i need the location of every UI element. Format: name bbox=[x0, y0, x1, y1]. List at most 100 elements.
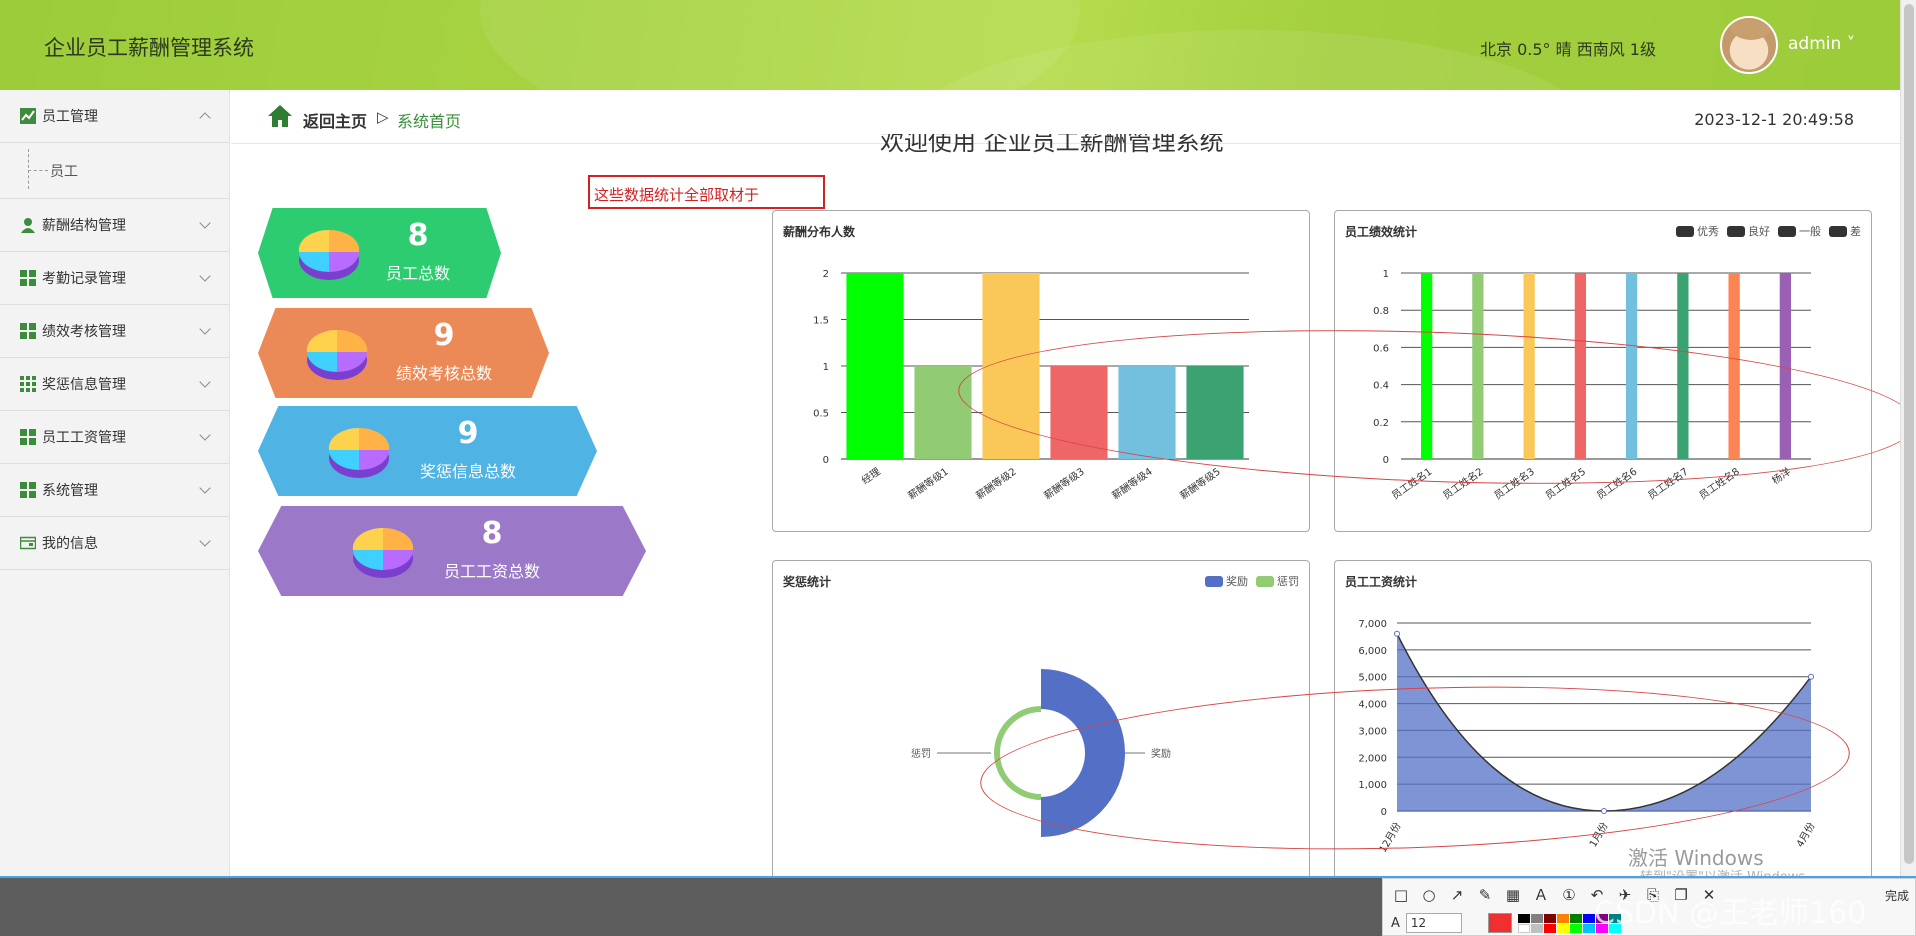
rect-tool-icon[interactable]: □ bbox=[1391, 885, 1411, 905]
sidebar-item-label: 考勤记录管理 bbox=[42, 271, 126, 287]
scrollbar-thumb[interactable] bbox=[1904, 4, 1914, 864]
grid9-icon bbox=[20, 376, 36, 392]
breadcrumb-current: 系统首页 bbox=[397, 112, 462, 131]
color-swatch[interactable] bbox=[1517, 923, 1530, 933]
chevron-down-icon bbox=[199, 429, 211, 441]
y-tick-label: 1 bbox=[823, 362, 829, 373]
y-tick-label: 1.5 bbox=[813, 316, 829, 327]
home-icon[interactable] bbox=[267, 104, 293, 128]
chevron-down-icon bbox=[199, 323, 211, 335]
stat-value: 9 bbox=[433, 318, 455, 353]
sidebar-item-label: 员工工资管理 bbox=[42, 430, 126, 446]
bar bbox=[846, 273, 904, 459]
y-tick-label: 0.8 bbox=[1373, 306, 1389, 317]
sidebar-item-my-info[interactable]: 我的信息 bbox=[0, 517, 229, 570]
color-swatch[interactable] bbox=[1530, 913, 1543, 923]
data-point bbox=[1394, 630, 1400, 637]
grid-icon bbox=[20, 482, 36, 498]
y-tick-label: 7,000 bbox=[1358, 619, 1387, 630]
y-tick-label: 0 bbox=[823, 455, 829, 466]
stat-card-rewards[interactable]: 9 奖惩信息总数 bbox=[258, 406, 597, 496]
x-tick-label: 薪酬等级5 bbox=[1177, 465, 1222, 502]
avatar[interactable] bbox=[1720, 16, 1778, 74]
grid-icon bbox=[20, 323, 36, 339]
sidebar-item-label: 奖惩信息管理 bbox=[42, 377, 126, 393]
sidebar-subitem-employee[interactable]: 员工 bbox=[0, 143, 229, 199]
sidebar-item-label: 系统管理 bbox=[42, 483, 98, 499]
csdn-watermark: CSDN @王老师160 bbox=[1594, 896, 1867, 931]
chevron-down-icon bbox=[199, 376, 211, 388]
chevron-up-icon bbox=[199, 112, 211, 124]
user-menu[interactable]: admin ˅ bbox=[1788, 34, 1855, 54]
sidebar-item-label: 我的信息 bbox=[42, 536, 98, 552]
sidebar-item-reward[interactable]: 奖惩信息管理 bbox=[0, 358, 229, 411]
stat-label: 员工工资总数 bbox=[443, 562, 540, 581]
chevron-down-icon bbox=[199, 535, 211, 547]
sidebar-item-label: 薪酬结构管理 bbox=[42, 218, 126, 234]
stat-card-wages[interactable]: 8 员工工资总数 bbox=[258, 506, 646, 596]
welcome-title: 欢迎使用 企业员工薪酬管理系统 bbox=[880, 134, 1224, 162]
circle-tool-icon[interactable]: ○ bbox=[1419, 885, 1439, 905]
y-tick-label: 2 bbox=[823, 269, 829, 280]
chevron-down-icon bbox=[199, 217, 211, 229]
slice-label: 惩罚 bbox=[911, 747, 931, 760]
color-swatch[interactable] bbox=[1556, 923, 1569, 933]
pie-chart-icon bbox=[306, 329, 368, 380]
sidebar-item-system[interactable]: 系统管理 bbox=[0, 464, 229, 517]
data-point bbox=[1808, 673, 1814, 680]
x-tick-label: 经理 bbox=[859, 465, 883, 487]
stat-card-performance[interactable]: 9 绩效考核总数 bbox=[258, 308, 549, 398]
grid-icon bbox=[20, 270, 36, 286]
y-tick-label: 6,000 bbox=[1358, 646, 1387, 657]
color-swatch[interactable] bbox=[1569, 913, 1582, 923]
pie-chart-icon bbox=[328, 427, 390, 478]
sidebar: 员工管理 员工 薪酬结构管理 考勤记录管理 绩效考核管理 奖惩信息管理 员工工资… bbox=[0, 90, 230, 876]
stat-label: 员工总数 bbox=[385, 264, 450, 283]
arrow-tool-icon[interactable]: ↗ bbox=[1447, 885, 1467, 905]
stat-label: 奖惩信息总数 bbox=[419, 462, 516, 481]
grid-icon bbox=[20, 429, 36, 445]
app-title: 企业员工薪酬管理系统 bbox=[44, 36, 254, 60]
clock: 2023-12-1 20:49:58 bbox=[1694, 110, 1854, 129]
x-tick-label: 薪酬等级3 bbox=[1041, 465, 1086, 502]
y-tick-label: 5,000 bbox=[1358, 673, 1387, 684]
sidebar-item-label: 绩效考核管理 bbox=[42, 324, 126, 340]
tree-line bbox=[28, 170, 48, 171]
snip-done-button[interactable]: 完成 bbox=[1885, 887, 1909, 904]
stat-value: 9 bbox=[457, 416, 479, 451]
breadcrumb-home-link[interactable]: 返回主页 bbox=[303, 108, 367, 132]
snip-options: A 12 bbox=[1391, 913, 1621, 933]
color-swatch[interactable] bbox=[1517, 913, 1530, 923]
welcome-text: 欢迎使用 企业员工薪酬管理系统 bbox=[880, 134, 1224, 156]
chart-icon bbox=[20, 108, 36, 124]
y-tick-label: 0.5 bbox=[813, 409, 829, 420]
tree-line bbox=[28, 149, 29, 189]
number-tool-icon[interactable]: ① bbox=[1559, 885, 1579, 905]
x-tick-label: 薪酬等级1 bbox=[905, 465, 950, 502]
annotation-box: 这些数据统计全部取材于 bbox=[588, 175, 825, 209]
sidebar-item-employee[interactable]: 员工管理 bbox=[0, 90, 229, 143]
color-swatch[interactable] bbox=[1543, 913, 1556, 923]
current-color[interactable] bbox=[1487, 913, 1512, 933]
color-swatch[interactable] bbox=[1569, 923, 1582, 933]
text-tool-icon[interactable]: Ａ bbox=[1531, 885, 1551, 905]
color-swatch[interactable] bbox=[1543, 923, 1556, 933]
weather-info: 北京 0.5° 晴 西南风 1级 bbox=[1480, 40, 1656, 59]
sidebar-item-salary-structure[interactable]: 薪酬结构管理 bbox=[0, 199, 229, 252]
sidebar-item-performance[interactable]: 绩效考核管理 bbox=[0, 305, 229, 358]
sidebar-item-wages[interactable]: 员工工资管理 bbox=[0, 411, 229, 464]
x-tick-label: 薪酬等级4 bbox=[1109, 465, 1154, 502]
color-swatch[interactable] bbox=[1530, 923, 1543, 933]
font-size-select[interactable]: 12 bbox=[1405, 913, 1462, 933]
sidebar-item-attendance[interactable]: 考勤记录管理 bbox=[0, 252, 229, 305]
mosaic-tool-icon[interactable]: ▦ bbox=[1503, 885, 1523, 905]
x-tick-label: 4月份 bbox=[1794, 821, 1818, 850]
stat-value: 8 bbox=[481, 516, 503, 551]
pen-tool-icon[interactable]: ✎ bbox=[1475, 885, 1495, 905]
breadcrumb-separator: ▷ bbox=[377, 108, 389, 126]
annotation-text: 这些数据统计全部取材于 bbox=[594, 186, 760, 204]
stat-card-employees[interactable]: 8 员工总数 bbox=[258, 208, 501, 298]
vertical-scrollbar[interactable] bbox=[1900, 0, 1916, 876]
font-size-label: A bbox=[1391, 915, 1400, 931]
color-swatch[interactable] bbox=[1556, 913, 1569, 923]
